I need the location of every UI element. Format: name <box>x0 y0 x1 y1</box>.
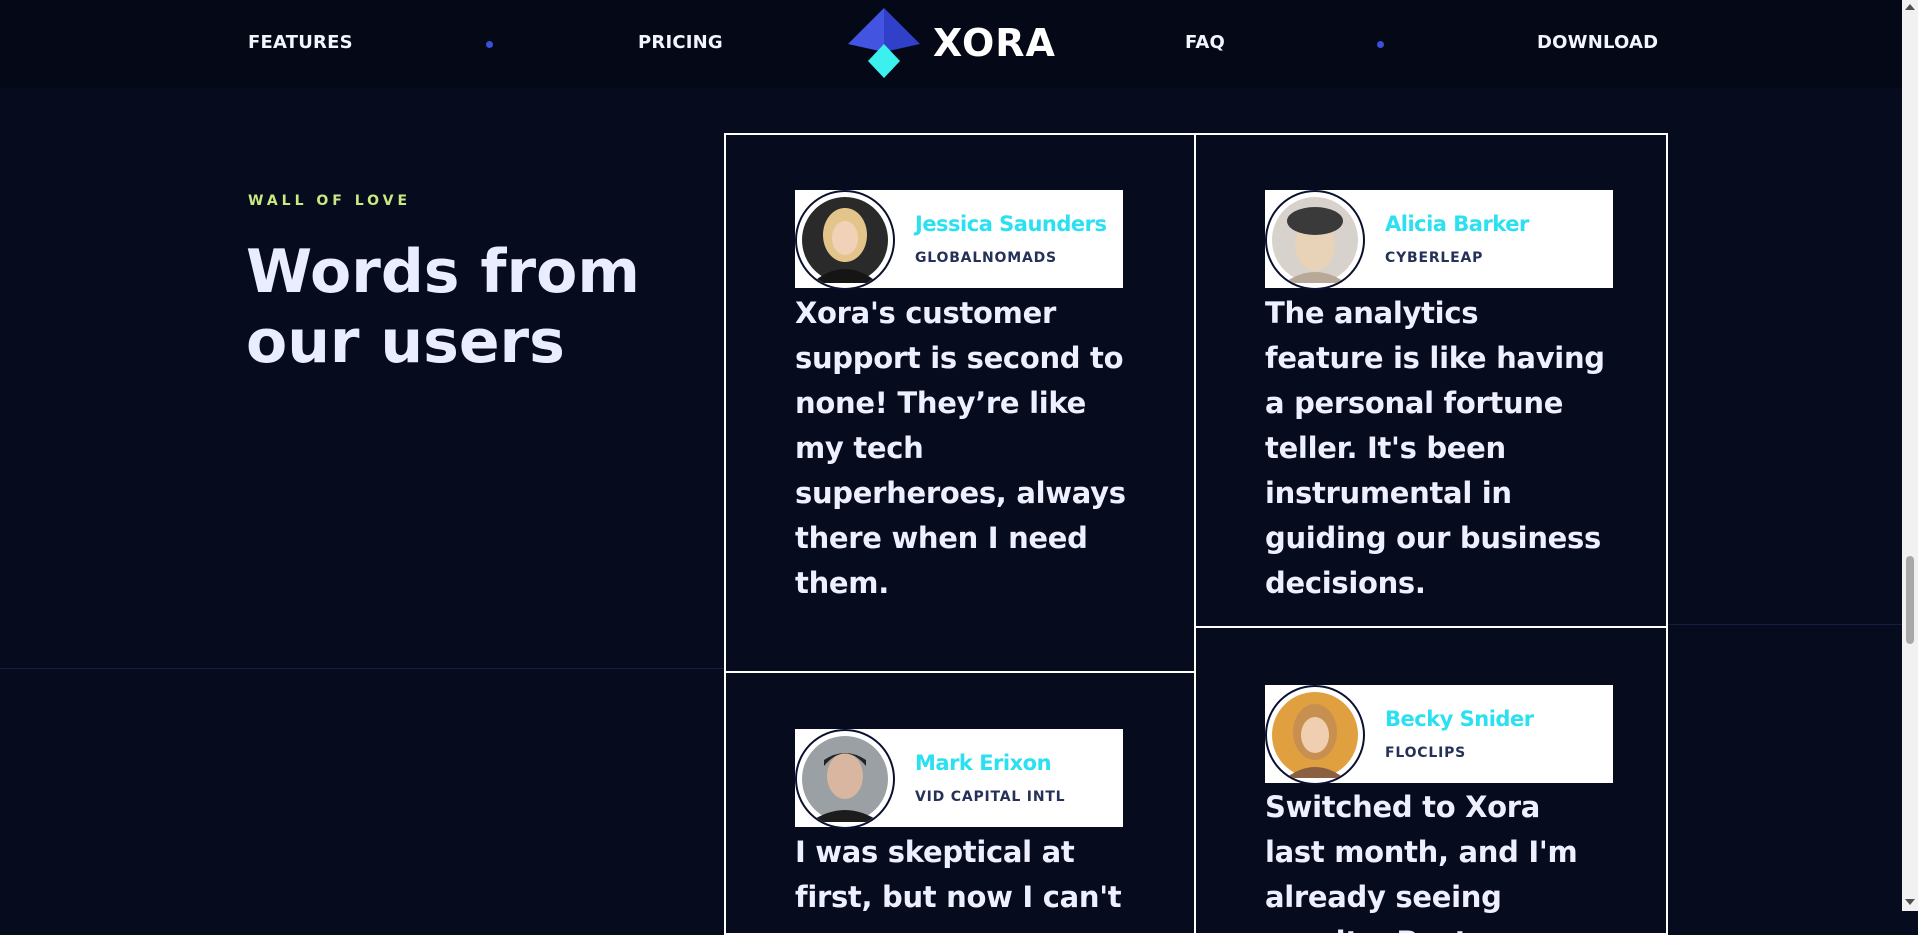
section-heading: Words from our users <box>246 237 640 377</box>
page-scrollbar[interactable] <box>1902 0 1918 911</box>
testimonial-header: Mark Erixon VID CAPITAL INTL <box>795 729 1123 829</box>
avatar <box>1265 685 1365 785</box>
testimonial-name: Alicia Barker <box>1385 212 1529 236</box>
avatar-photo-icon <box>1272 197 1358 283</box>
logo-text: XORA <box>933 21 1056 65</box>
scrollbar-thumb[interactable] <box>1906 556 1914 644</box>
testimonial-card: Jessica Saunders GLOBALNOMADS Xora's cus… <box>724 133 1198 673</box>
scroll-down-arrow-icon[interactable] <box>1905 899 1915 905</box>
testimonial-company: GLOBALNOMADS <box>915 250 1057 266</box>
avatar-photo-icon <box>802 736 888 822</box>
testimonial-card: Mark Erixon VID CAPITAL INTL I was skept… <box>724 671 1198 935</box>
testimonial-header: Jessica Saunders GLOBALNOMADS <box>795 190 1123 290</box>
xora-logo[interactable]: XORA <box>848 8 1055 78</box>
xora-logo-icon <box>848 8 920 78</box>
testimonial-header: Becky Snider FLOCLIPS <box>1265 685 1613 785</box>
nav-link-pricing[interactable]: PRICING <box>638 32 723 53</box>
testimonial-quote: Switched to Xora last month, and I'm alr… <box>1265 790 1578 933</box>
testimonial-name: Becky Snider <box>1385 707 1534 731</box>
testimonial-company: VID CAPITAL INTL <box>915 789 1066 805</box>
avatar-photo-icon <box>802 197 888 283</box>
avatar <box>795 729 895 829</box>
testimonial-quote: I was skeptical at first, but now I can'… <box>795 835 1122 914</box>
avatar-photo-icon <box>1272 692 1358 778</box>
testimonial-card: Becky Snider FLOCLIPS Switched to Xora l… <box>1194 626 1668 935</box>
nav-dot-separator <box>486 41 493 48</box>
nav-dot-separator <box>1377 41 1384 48</box>
testimonial-header: Alicia Barker CYBERLEAP <box>1265 190 1613 290</box>
avatar <box>795 190 895 290</box>
testimonial-quote: Xora's customer support is second to non… <box>795 296 1126 600</box>
section-eyebrow: WALL OF LOVE <box>248 193 412 209</box>
nav-link-features[interactable]: FEATURES <box>248 32 353 53</box>
testimonial-company: FLOCLIPS <box>1385 745 1467 761</box>
testimonial-quote: The analytics feature is like having a p… <box>1265 296 1605 600</box>
nav-link-download[interactable]: DOWNLOAD <box>1537 32 1658 53</box>
grid-line <box>1666 624 1902 625</box>
grid-line <box>0 668 724 669</box>
nav-link-faq[interactable]: FAQ <box>1185 32 1225 53</box>
testimonial-company: CYBERLEAP <box>1385 250 1484 266</box>
top-nav: FEATURES PRICING XORA FAQ DOWNLOAD <box>0 0 1902 88</box>
testimonial-card: Alicia Barker CYBERLEAP The analytics fe… <box>1194 133 1668 629</box>
avatar <box>1265 190 1365 290</box>
testimonial-name: Jessica Saunders <box>915 212 1107 236</box>
testimonial-name: Mark Erixon <box>915 751 1052 775</box>
scroll-up-arrow-icon[interactable] <box>1905 4 1915 10</box>
